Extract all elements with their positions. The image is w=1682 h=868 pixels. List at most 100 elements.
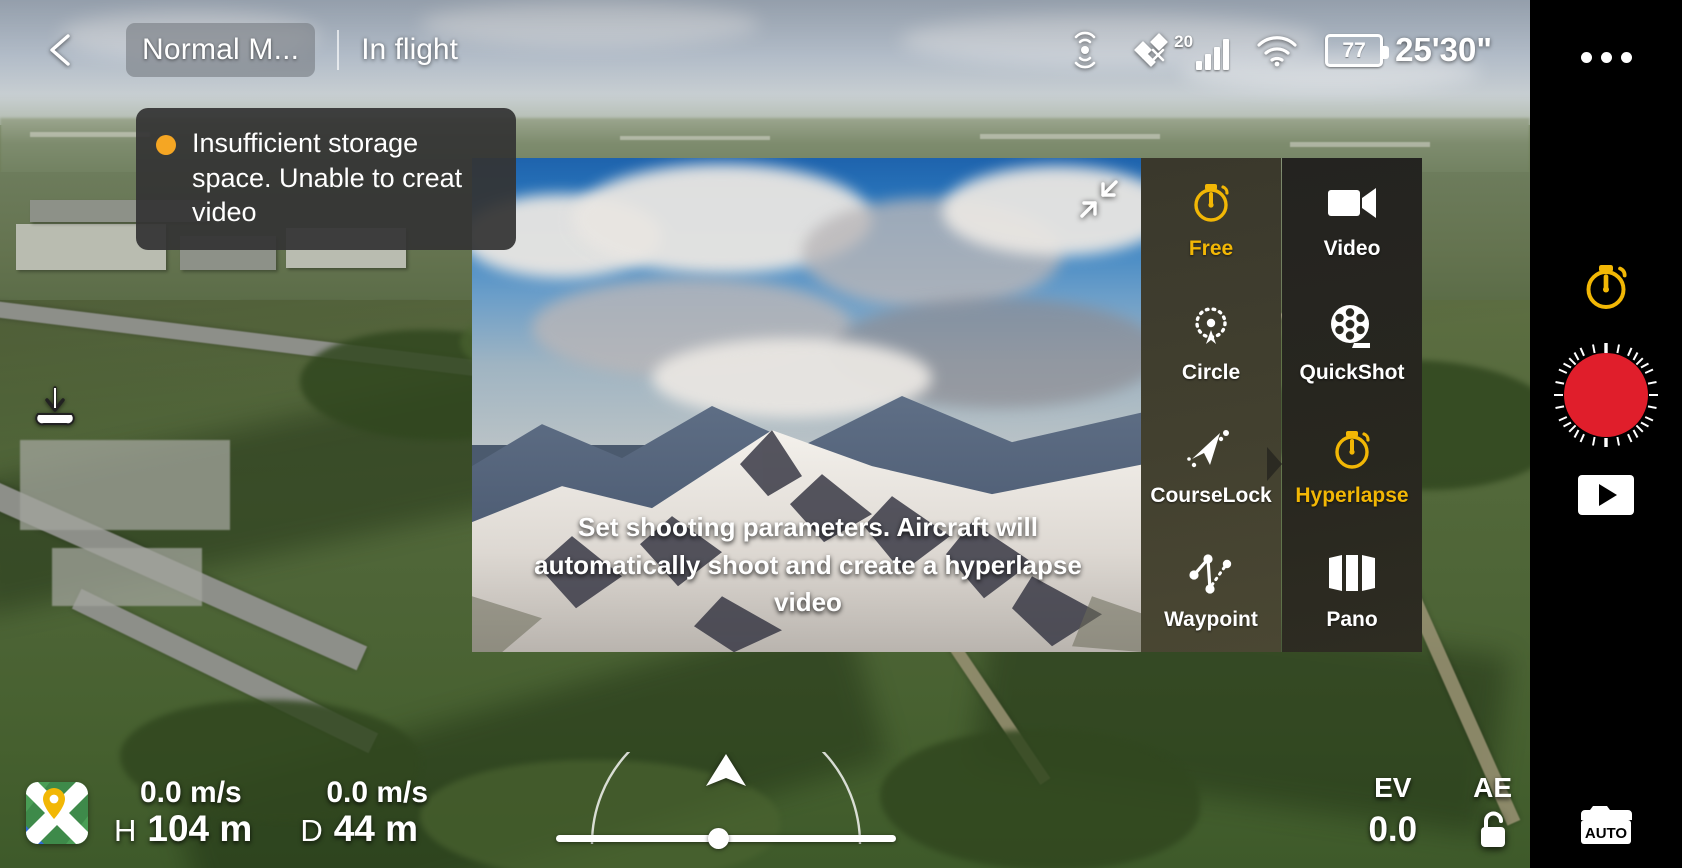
- ae-label: AE: [1473, 772, 1512, 803]
- height-telemetry: 0.0 m/s H 104 m: [114, 776, 252, 850]
- film-reel-glyph: [1331, 304, 1370, 348]
- flight-mode-pill[interactable]: Normal M...: [126, 23, 316, 77]
- auto-camera-icon[interactable]: AUTO: [1575, 800, 1637, 850]
- warning-dot-icon: [156, 135, 176, 155]
- mode-label: Waypoint: [1164, 607, 1258, 631]
- horizontal-speed: 0.0 m/s: [326, 775, 429, 809]
- playback-icon[interactable]: [1578, 475, 1634, 515]
- back-chevron-icon[interactable]: [36, 24, 88, 76]
- rc-signal-glyph: [1074, 31, 1096, 69]
- drone-controller-screen: Normal M... In flight 20 77 25'30" Insuf…: [0, 0, 1682, 868]
- mode-item-free[interactable]: Free: [1141, 158, 1281, 282]
- camera-sidebar: AUTO: [1530, 0, 1682, 868]
- stopwatch-glyph: [1335, 431, 1370, 469]
- parking-lot: [52, 548, 202, 606]
- vertical-speed: 0.0 m/s: [140, 775, 242, 809]
- mode-item-circle[interactable]: Circle: [1141, 282, 1281, 406]
- ev-label: EV: [1374, 772, 1412, 803]
- status-icon-group: 20 77 25'30": [1065, 29, 1512, 71]
- courselock-icon: [1186, 425, 1236, 473]
- record-ring-ticks: [1554, 343, 1658, 447]
- gps-signal-bars: [1196, 38, 1230, 70]
- hyperlapse-stopwatch-icon[interactable]: [1578, 258, 1634, 319]
- rc-signal-icon[interactable]: [1065, 29, 1105, 71]
- mode-column-right: Video QuickShot Hyperlapse Pano: [1282, 158, 1422, 652]
- mode-label: CourseLock: [1150, 484, 1272, 508]
- hyperlapse-stopwatch-glyph: [1586, 265, 1627, 309]
- film-reel-icon: [1328, 302, 1376, 350]
- mode-label: Pano: [1326, 607, 1378, 631]
- satellite-count: 20: [1174, 32, 1194, 51]
- topbar-divider: [337, 30, 340, 70]
- gimbal-pitch-knob[interactable]: [708, 828, 729, 849]
- dot: [1580, 51, 1592, 63]
- circle-path-glyph: [1195, 307, 1227, 344]
- stopwatch-icon: [1328, 425, 1376, 473]
- exposure-controls: EV 0.0 AE: [1368, 772, 1512, 850]
- stopwatch-icon: [1187, 178, 1235, 226]
- auto-camera-glyph: AUTO: [1581, 806, 1632, 844]
- mode-panel-divider: [1267, 158, 1282, 652]
- horizon-detail: [980, 134, 1160, 139]
- video-camera-glyph: [1328, 188, 1376, 219]
- mode-preview-video[interactable]: Set shooting parameters. Aircraft will a…: [472, 158, 1144, 652]
- mode-item-courselock[interactable]: CourseLock: [1141, 405, 1281, 529]
- horizon-detail: [1290, 142, 1430, 147]
- mode-item-pano[interactable]: Pano: [1282, 529, 1422, 653]
- mode-label: Hyperlapse: [1295, 484, 1409, 508]
- map-thumbnail-glyph: [26, 781, 88, 844]
- mode-label: Circle: [1181, 360, 1241, 384]
- wifi-glyph: [1257, 36, 1297, 67]
- mode-item-quickshot[interactable]: QuickShot: [1282, 282, 1422, 406]
- stopwatch-glyph: [1194, 184, 1229, 222]
- flight-timer: 25'30": [1395, 31, 1492, 68]
- top-status-bar: Normal M... In flight 20 77 25'30": [0, 0, 1530, 100]
- shooting-mode-panel: Free Circle CourseLock Waypoint Video Qu…: [1141, 158, 1422, 652]
- panorama-icon: [1327, 549, 1377, 597]
- return-to-home-icon: [35, 386, 75, 426]
- attitude-indicator: [556, 708, 896, 862]
- ev-value: 0.0: [1368, 810, 1418, 849]
- mode-item-hyperlapse[interactable]: Hyperlapse: [1282, 405, 1422, 529]
- tree-cluster: [880, 730, 1200, 868]
- distance-telemetry: 0.0 m/s D 44 m: [300, 776, 428, 850]
- circle-path-icon: [1187, 302, 1235, 350]
- telemetry-bar: 0.0 m/s H 104 m 0.0 m/s D 44 m: [26, 776, 428, 850]
- horizon-detail: [620, 136, 770, 140]
- distance-key: D: [300, 813, 323, 849]
- gps-status-group[interactable]: 20: [1131, 30, 1230, 70]
- mode-label: Free: [1188, 237, 1234, 261]
- panorama-glyph: [1329, 554, 1375, 591]
- preview-caption: Set shooting parameters. Aircraft will a…: [534, 511, 1082, 618]
- auto-label: AUTO: [1585, 825, 1628, 842]
- horizon-detail: [30, 132, 150, 137]
- distance-value: 44 m: [333, 808, 419, 850]
- ae-lock-control[interactable]: AE: [1473, 772, 1512, 850]
- parking-lot: [20, 440, 230, 530]
- battery-icon: 77: [1325, 33, 1390, 67]
- battery-status-group[interactable]: 77 25'30": [1325, 31, 1492, 69]
- unlock-icon: [1480, 811, 1505, 847]
- gps-satellite-icon: [1131, 30, 1171, 70]
- height-value: 104 m: [147, 808, 253, 850]
- mode-item-video[interactable]: Video: [1282, 158, 1422, 282]
- warning-toast[interactable]: Insufficient storage space. Unable to cr…: [136, 108, 516, 250]
- height-key: H: [114, 813, 137, 849]
- video-camera-icon: [1326, 178, 1378, 226]
- mode-item-waypoint[interactable]: Waypoint: [1141, 529, 1281, 653]
- satellite-glyph: [1134, 33, 1168, 67]
- wifi-icon[interactable]: [1255, 33, 1299, 67]
- flight-state-label: In flight: [361, 33, 458, 66]
- dot: [1620, 51, 1632, 63]
- more-options-icon[interactable]: [1568, 34, 1644, 80]
- battery-percent: 77: [1342, 38, 1366, 62]
- active-mode-pointer: [1267, 447, 1282, 481]
- record-button[interactable]: [1552, 341, 1660, 449]
- courselock-glyph: [1187, 430, 1229, 468]
- collapse-arrows-icon[interactable]: [1076, 176, 1122, 222]
- waypoint-glyph: [1189, 554, 1232, 594]
- mode-label: QuickShot: [1299, 360, 1405, 384]
- ev-control[interactable]: EV 0.0: [1368, 772, 1417, 850]
- dot: [1600, 51, 1612, 63]
- map-thumbnail-icon[interactable]: [26, 781, 88, 844]
